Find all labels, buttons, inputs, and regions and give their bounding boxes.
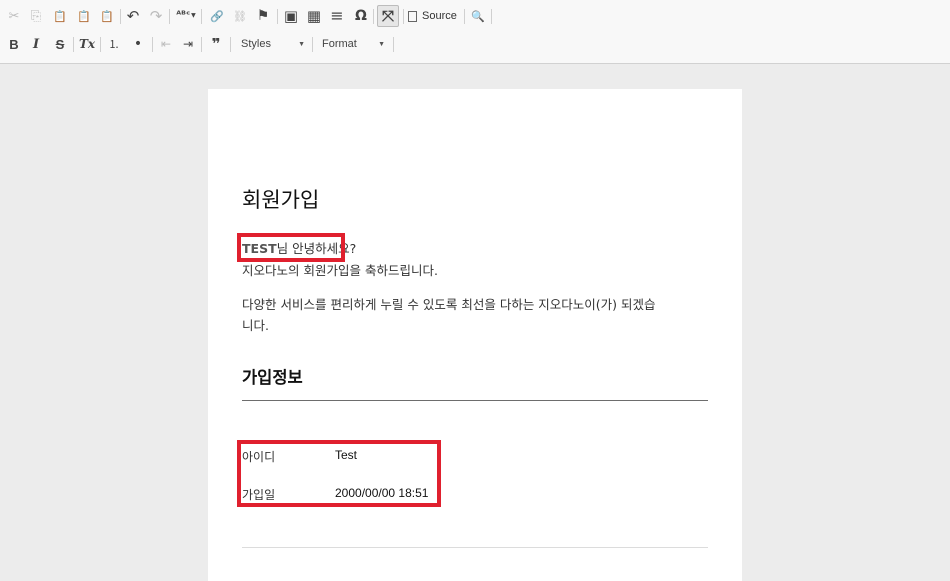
toolbar-separator — [312, 37, 313, 52]
paste-text-icon[interactable]: 📋 — [75, 7, 93, 25]
table-icon[interactable]: ▦ — [305, 7, 323, 25]
styles-dropdown[interactable]: Styles ▼ — [241, 35, 305, 53]
spellcheck-arrow-icon: ▼ — [191, 12, 196, 19]
chevron-down-icon: ▼ — [378, 40, 385, 48]
toolbar-separator — [491, 9, 492, 24]
copy-icon[interactable]: ⎘ — [27, 7, 45, 25]
source-button[interactable]: Source — [408, 7, 457, 25]
toolbar-separator — [201, 37, 202, 52]
anchor-flag-icon[interactable]: ⚑ — [254, 7, 272, 25]
strike-icon[interactable]: S — [51, 35, 69, 53]
toolbar-separator — [169, 9, 170, 24]
section-divider — [242, 400, 708, 401]
unlink-icon[interactable]: ⛓ — [231, 7, 249, 25]
document-title: 회원가입 — [242, 188, 320, 212]
source-icon — [408, 10, 417, 22]
undo-icon[interactable]: ↶ — [124, 7, 142, 25]
paste-icon[interactable]: 📋 — [51, 7, 69, 25]
service-text-line-2: 니다. — [242, 318, 269, 333]
preview-icon[interactable]: 🔍 — [469, 7, 487, 25]
bulleted-list-icon[interactable]: • — [129, 35, 147, 53]
toolbar-separator — [201, 9, 202, 24]
toolbar-separator — [120, 9, 121, 24]
maximize-icon[interactable]: ⤧ — [377, 5, 399, 27]
styles-label: Styles — [241, 38, 271, 50]
paste-word-icon[interactable]: 📋 — [98, 7, 116, 25]
source-label: Source — [422, 10, 457, 22]
cut-icon[interactable]: ✂ — [5, 7, 23, 25]
congrats-text: 지오다노의 회원가입을 축하드립니다. — [242, 263, 438, 278]
editor-toolbar: ✂ ⎘ 📋 📋 📋 ↶ ↷ ᴬᴮᶜ ▼ 🔗 ⛓ ⚑ ▣ ▦ ≡ Ω ⤧ Sourc… — [0, 0, 950, 64]
redo-icon[interactable]: ↷ — [147, 7, 165, 25]
service-text-line-1: 다양한 서비스를 편리하게 누릴 수 있도록 최선을 다하는 지오다노이(가) … — [242, 297, 656, 312]
editor-page[interactable]: 회원가입 TEST님 안녕하세요? 지오다노의 회원가입을 축하드립니다. 다양… — [208, 89, 742, 581]
toolbar-separator — [73, 37, 74, 52]
chevron-down-icon: ▼ — [298, 40, 305, 48]
link-icon[interactable]: 🔗 — [208, 7, 226, 25]
spellcheck-icon[interactable]: ᴬᴮᶜ ▼ — [174, 7, 198, 25]
remove-format-icon[interactable]: Tx — [78, 35, 96, 53]
spellcheck-glyph: ᴬᴮᶜ — [176, 10, 191, 21]
toolbar-separator — [373, 9, 374, 24]
footer-divider — [242, 547, 708, 548]
outdent-icon[interactable]: ⇤ — [157, 35, 175, 53]
toolbar-separator — [230, 37, 231, 52]
special-char-icon[interactable]: Ω — [352, 7, 370, 25]
numbered-list-icon[interactable]: ⒈ — [105, 35, 123, 53]
horizontal-rule-icon[interactable]: ≡ — [328, 7, 346, 25]
toolbar-separator — [464, 9, 465, 24]
toolbar-row-2: B I S Tx ⒈ • ⇤ ⇥ ❞ Styles ▼ Format ▼ — [0, 31, 950, 59]
blockquote-icon[interactable]: ❞ — [207, 35, 225, 53]
highlight-box-signup-info — [237, 440, 441, 507]
format-dropdown[interactable]: Format ▼ — [322, 35, 385, 53]
section-title: 가입정보 — [242, 368, 303, 387]
bold-icon[interactable]: B — [5, 35, 23, 53]
image-icon[interactable]: ▣ — [282, 7, 300, 25]
highlight-box-greeting — [237, 233, 345, 262]
toolbar-separator — [277, 9, 278, 24]
format-label: Format — [322, 38, 357, 50]
toolbar-separator — [152, 37, 153, 52]
toolbar-separator — [393, 37, 394, 52]
toolbar-separator — [100, 37, 101, 52]
toolbar-separator — [403, 9, 404, 24]
italic-icon[interactable]: I — [27, 35, 45, 53]
toolbar-row-1: ✂ ⎘ 📋 📋 📋 ↶ ↷ ᴬᴮᶜ ▼ 🔗 ⛓ ⚑ ▣ ▦ ≡ Ω ⤧ Sourc… — [0, 3, 950, 31]
indent-icon[interactable]: ⇥ — [179, 35, 197, 53]
